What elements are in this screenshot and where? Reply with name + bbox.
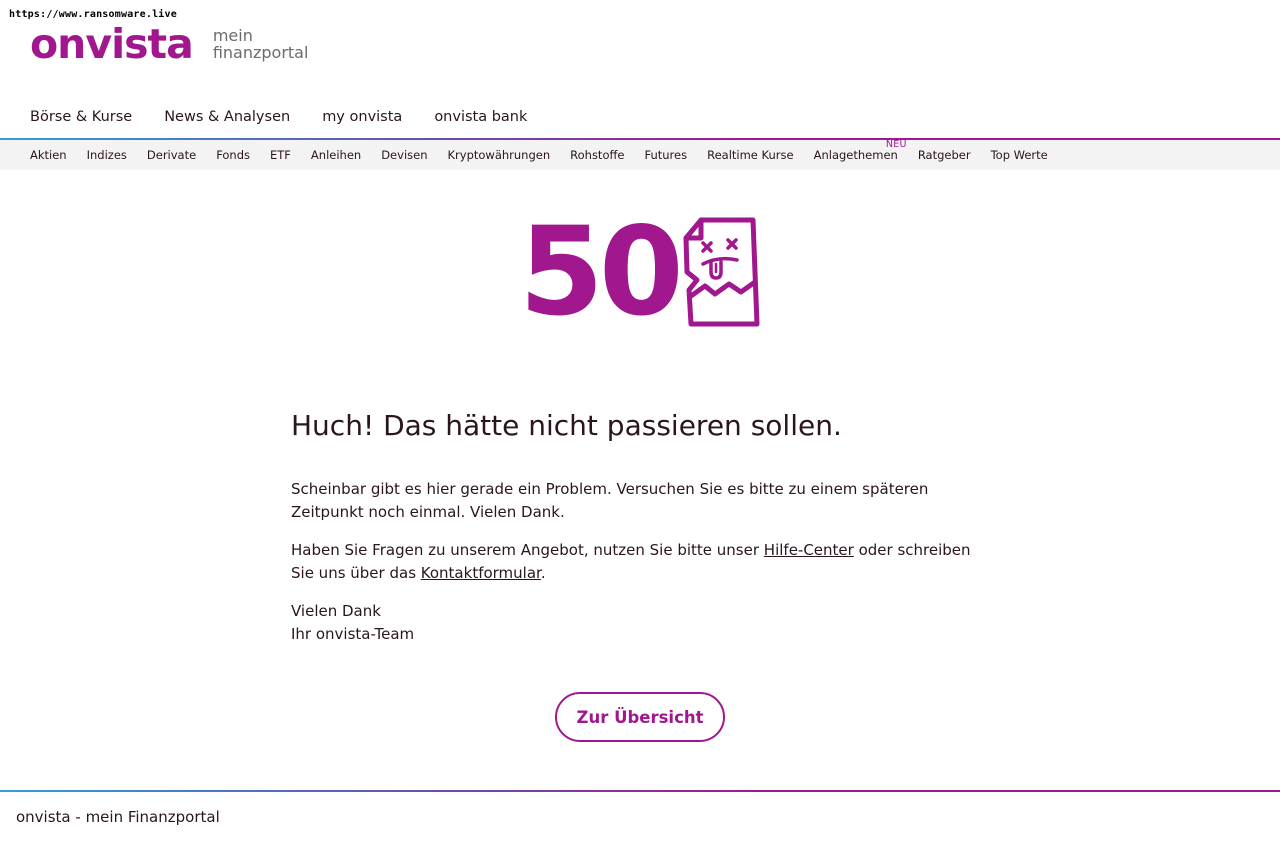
source-url-label: https://www.ransomware.live bbox=[9, 9, 177, 20]
sub-nav-futures[interactable]: Futures bbox=[644, 148, 687, 162]
onvista-logo[interactable]: onvista mein finanzportal bbox=[30, 20, 308, 68]
sub-nav-kryptowaehrungen[interactable]: Kryptowährungen bbox=[448, 148, 551, 162]
main-nav-my-onvista[interactable]: my onvista bbox=[322, 106, 402, 128]
main-nav-news-analysen[interactable]: News & Analysen bbox=[164, 106, 290, 128]
sub-nav-etf[interactable]: ETF bbox=[270, 148, 291, 162]
sub-nav-aktien[interactable]: Aktien bbox=[30, 148, 67, 162]
sub-nav-indizes[interactable]: Indizes bbox=[87, 148, 127, 162]
sub-nav-anlagethemen-label: Anlagethemen bbox=[813, 148, 898, 162]
error-heading: Huch! Das hätte nicht passieren sollen. bbox=[291, 409, 842, 442]
footer-divider bbox=[0, 790, 1280, 792]
main-navigation: Börse & Kurse News & Analysen my onvista… bbox=[30, 106, 527, 128]
sub-navigation: Aktien Indizes Derivate Fonds ETF Anleih… bbox=[0, 139, 1280, 170]
sub-nav-anlagethemen[interactable]: Anlagethemen NEU bbox=[813, 139, 907, 162]
logo-wordmark: onvista bbox=[30, 20, 194, 68]
sub-nav-top-werte[interactable]: Top Werte bbox=[991, 148, 1048, 162]
error-message: Scheinbar gibt es hier gerade ein Proble… bbox=[291, 480, 929, 521]
signoff: Vielen Dank Ihr onvista-Team bbox=[291, 600, 971, 645]
sub-nav-ratgeber[interactable]: Ratgeber bbox=[918, 148, 971, 162]
error-graphic: 50 bbox=[519, 201, 763, 343]
contact-form-link[interactable]: Kontaktformular bbox=[421, 564, 541, 582]
help-text-1: Haben Sie Fragen zu unserem Angebot, nut… bbox=[291, 541, 764, 559]
error-content: Huch! Das hätte nicht passieren sollen. … bbox=[291, 406, 971, 661]
footer-text: onvista - mein Finanzportal bbox=[16, 808, 220, 826]
help-paragraph: Haben Sie Fragen zu unserem Angebot, nut… bbox=[291, 539, 971, 584]
sub-nav-anleihen[interactable]: Anleihen bbox=[311, 148, 361, 162]
signoff-line2: Ihr onvista-Team bbox=[291, 624, 415, 643]
help-text-3: . bbox=[540, 563, 546, 582]
sub-nav-rohstoffe[interactable]: Rohstoffe bbox=[570, 148, 624, 162]
logo-tagline-line2: finanzportal bbox=[212, 43, 309, 62]
help-center-link[interactable]: Hilfe-Center bbox=[764, 541, 854, 559]
signoff-line1: Vielen Dank bbox=[291, 602, 381, 620]
error-code: 50 bbox=[519, 201, 684, 343]
zur-uebersicht-button[interactable]: Zur Übersicht bbox=[555, 692, 725, 742]
sub-nav-devisen[interactable]: Devisen bbox=[381, 148, 427, 162]
broken-document-icon bbox=[683, 217, 760, 327]
sub-nav-derivate[interactable]: Derivate bbox=[147, 148, 196, 162]
main-nav-boerse-kurse[interactable]: Börse & Kurse bbox=[30, 106, 132, 128]
sub-nav-fonds[interactable]: Fonds bbox=[216, 148, 250, 162]
logo-tagline: mein finanzportal bbox=[213, 27, 309, 61]
sub-nav-realtime-kurse[interactable]: Realtime Kurse bbox=[707, 148, 793, 162]
main-nav-onvista-bank[interactable]: onvista bank bbox=[434, 106, 527, 128]
new-badge: NEU bbox=[885, 139, 907, 150]
